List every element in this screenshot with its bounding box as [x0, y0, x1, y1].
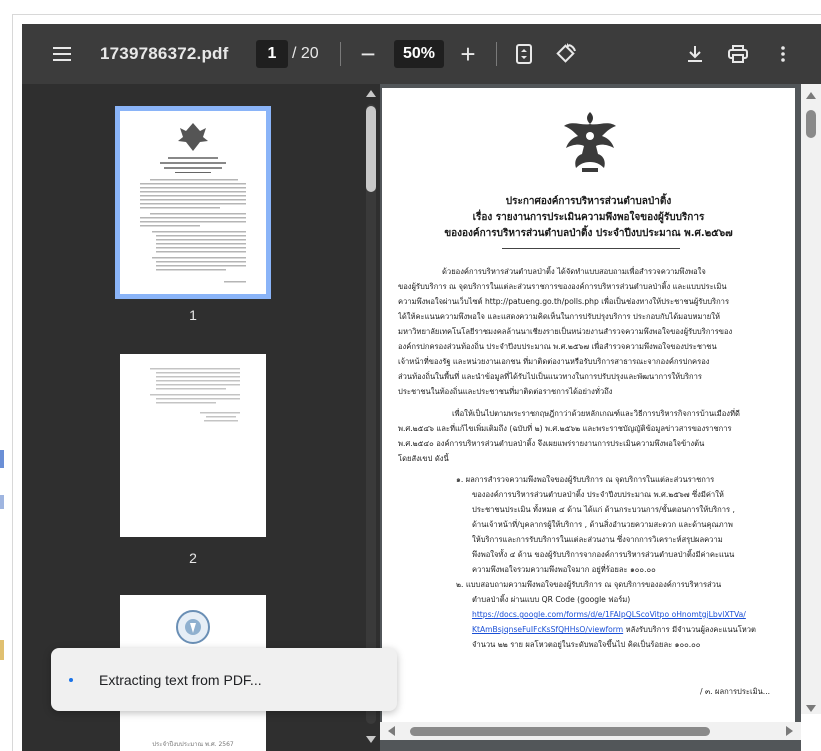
pdf-toolbar: 1739786372.pdf 1 / 20 − 50% + [22, 24, 821, 84]
print-icon [728, 45, 748, 63]
progress-dot-icon [69, 677, 73, 682]
toast-message: Extracting text from PDF... [99, 671, 262, 688]
doc-line: ส่วนท้องถิ่นในพื้นที่ และนำข้อมูลที่ได้ร… [398, 372, 702, 381]
scroll-down-arrow-icon[interactable] [806, 705, 816, 712]
page-total: / 20 [292, 45, 319, 62]
scroll-down-arrow-icon[interactable] [366, 736, 376, 743]
continued-note: / ๓. ผลการประเมิน... [700, 687, 771, 696]
thumbnail-page-1[interactable]: 1 [115, 106, 271, 323]
scroll-up-arrow-icon[interactable] [366, 90, 376, 97]
more-vert-icon [781, 46, 785, 62]
thumbnail-image [120, 354, 266, 537]
doc-line: ประชาชนประเมิน ทั้งหมด ๔ ด้าน ได้แก่ ด้า… [472, 505, 735, 514]
emblem-icon [140, 123, 246, 283]
zoom-in-button[interactable]: + [454, 24, 482, 84]
doc-line: ๒. แบบสอบถามความพึงพอใจของผู้รับบริการ ณ… [456, 580, 722, 589]
doc-line: ขององค์การบริหารส่วนตำบลป่าติ้ง ประจำปีง… [472, 490, 724, 499]
scrollbar-thumb[interactable] [806, 110, 816, 138]
survey-link[interactable]: https://docs.google.com/forms/d/e/1FAIpQ… [472, 607, 788, 622]
survey-link[interactable]: KtAmBsjqnseFuIFcKsSfQHHsO/viewform [472, 625, 623, 634]
garuda-emblem-icon [564, 112, 616, 172]
doc-line: เจ้าหน้าที่ของรัฐ และหน่วยงานเอกชน ที่มา… [398, 357, 710, 366]
scrollbar-thumb[interactable] [366, 106, 376, 192]
doc-heading-2: เรื่อง รายงานการประเมินความพึงพอใจของผู้… [472, 212, 705, 223]
doc-heading-3: ขององค์การบริหารส่วนตำบลป่าติ้ง ประจำปีง… [444, 228, 733, 239]
extracting-text-toast: Extracting text from PDF... [51, 648, 397, 711]
fit-to-page-icon [516, 44, 532, 64]
rotate-icon [556, 43, 576, 63]
scroll-left-arrow-icon[interactable] [388, 726, 395, 736]
doc-line-text: หลังรับบริการ มีจำนวนผู้ลงคะแนนโหวต [623, 625, 756, 634]
scrollbar-thumb[interactable] [410, 727, 710, 736]
doc-line: ของผู้รับบริการ ณ จุดบริการในแต่ละส่วนรา… [398, 282, 727, 291]
zoom-level-input[interactable]: 50% [394, 40, 444, 68]
scrollbar-track [366, 104, 376, 724]
doc-line: โดยสังเขป ดังนี้ [398, 454, 449, 463]
menu-button[interactable] [44, 24, 80, 84]
heading-rule [502, 248, 680, 249]
fit-to-page-button[interactable] [509, 24, 539, 84]
thumbnail-image [115, 106, 271, 299]
thumbnail-footer-text: ประจำปีงบประมาณ พ.ศ. 2567 [152, 741, 234, 748]
more-options-button[interactable] [768, 24, 798, 84]
thumbnail-page-2[interactable]: 2 [120, 354, 266, 566]
doc-line: มหาวิทยาลัยเทคโนโลยีราชมงคลล้านนาเชียงรา… [398, 327, 733, 336]
doc-line: KtAmBsjqnseFuIFcKsSfQHHsO/viewform หลังร… [472, 622, 788, 637]
doc-line: ตำบลป่าติ้ง ผ่านแบบ QR Code (google ฟอร์… [472, 595, 631, 604]
doc-line: ความพึงพอใจรวมความพึงพอใจมาก อยู่ที่ร้อย… [472, 565, 656, 574]
toolbar-divider [496, 42, 497, 66]
window-edge-accent [0, 495, 4, 509]
doc-line: ด้วยองค์การบริหารส่วนตำบลป่าติ้ง ได้จัดท… [442, 267, 706, 276]
document-horizontal-scrollbar[interactable] [380, 722, 801, 740]
print-button[interactable] [722, 24, 754, 84]
doc-heading-1: ประกาศองค์การบริหารส่วนตำบลป่าติ้ง [505, 196, 672, 207]
menu-icon [53, 47, 71, 61]
thumbnail-page-number: 1 [189, 307, 197, 323]
doc-line: พ.ศ.๒๕๔๐ องค์การบริหารส่วนตำบลป่าติ้ง จึ… [398, 439, 705, 448]
rotate-button[interactable] [549, 24, 583, 84]
thumbnail-page-number: 2 [189, 550, 197, 566]
window-edge-accent [0, 640, 4, 660]
zoom-out-button[interactable]: − [354, 24, 382, 84]
document-title: 1739786372.pdf [100, 44, 229, 63]
doc-line: ความพึงพอใจผ่านเว็บไซต์ http://patueng.g… [398, 297, 730, 306]
scroll-up-arrow-icon[interactable] [806, 92, 816, 99]
doc-line: ได้ให้คะแนนความพึงพอใจ และแสดงความคิดเห็… [398, 312, 720, 321]
doc-line: พ.ศ.๒๕๔๖ และที่แก้ไขเพิ่มเติมถึง (ฉบับที… [398, 424, 732, 433]
doc-line: ด้านเจ้าหน้าที่/บุคลากรผู้ให้บริการ , ด้… [472, 520, 733, 529]
doc-line: จำนวน ๒๒ ราย ผลโหวตอยู่ในระดับพอใจขึ้นไป… [472, 640, 701, 649]
doc-line: พึงพอใจทั้ง ๔ ด้าน ของผู้รับบริการจากองค… [472, 550, 735, 559]
doc-line: ประชาชนในท้องถิ่นและประชาชนที่มาติดต่อรา… [398, 387, 613, 396]
doc-line: องค์กรปกครองส่วนท้องถิ่น ประจำปีงบประมาณ… [398, 342, 717, 351]
scroll-right-arrow-icon[interactable] [786, 726, 793, 736]
download-button[interactable] [680, 24, 710, 84]
thumbnail-content [150, 368, 240, 422]
page-number-input[interactable]: 1 [256, 40, 288, 68]
doc-line: เพื่อให้เป็นไปตามพระราชกฤษฎีกาว่าด้วยหลั… [452, 409, 740, 418]
document-vertical-scrollbar[interactable] [801, 84, 821, 714]
toolbar-divider [340, 42, 341, 66]
doc-line: ๑. ผลการสำรวจความพึงพอใจของผู้รับบริการ … [456, 475, 715, 484]
download-icon [688, 46, 702, 62]
doc-line: ให้บริการและการรับบริการในแต่ละส่วนงาน ซ… [472, 535, 723, 544]
document-page: ประกาศองค์การบริหารส่วนตำบลป่าติ้ง เรื่อ… [382, 88, 795, 722]
window-edge-accent [0, 450, 4, 468]
